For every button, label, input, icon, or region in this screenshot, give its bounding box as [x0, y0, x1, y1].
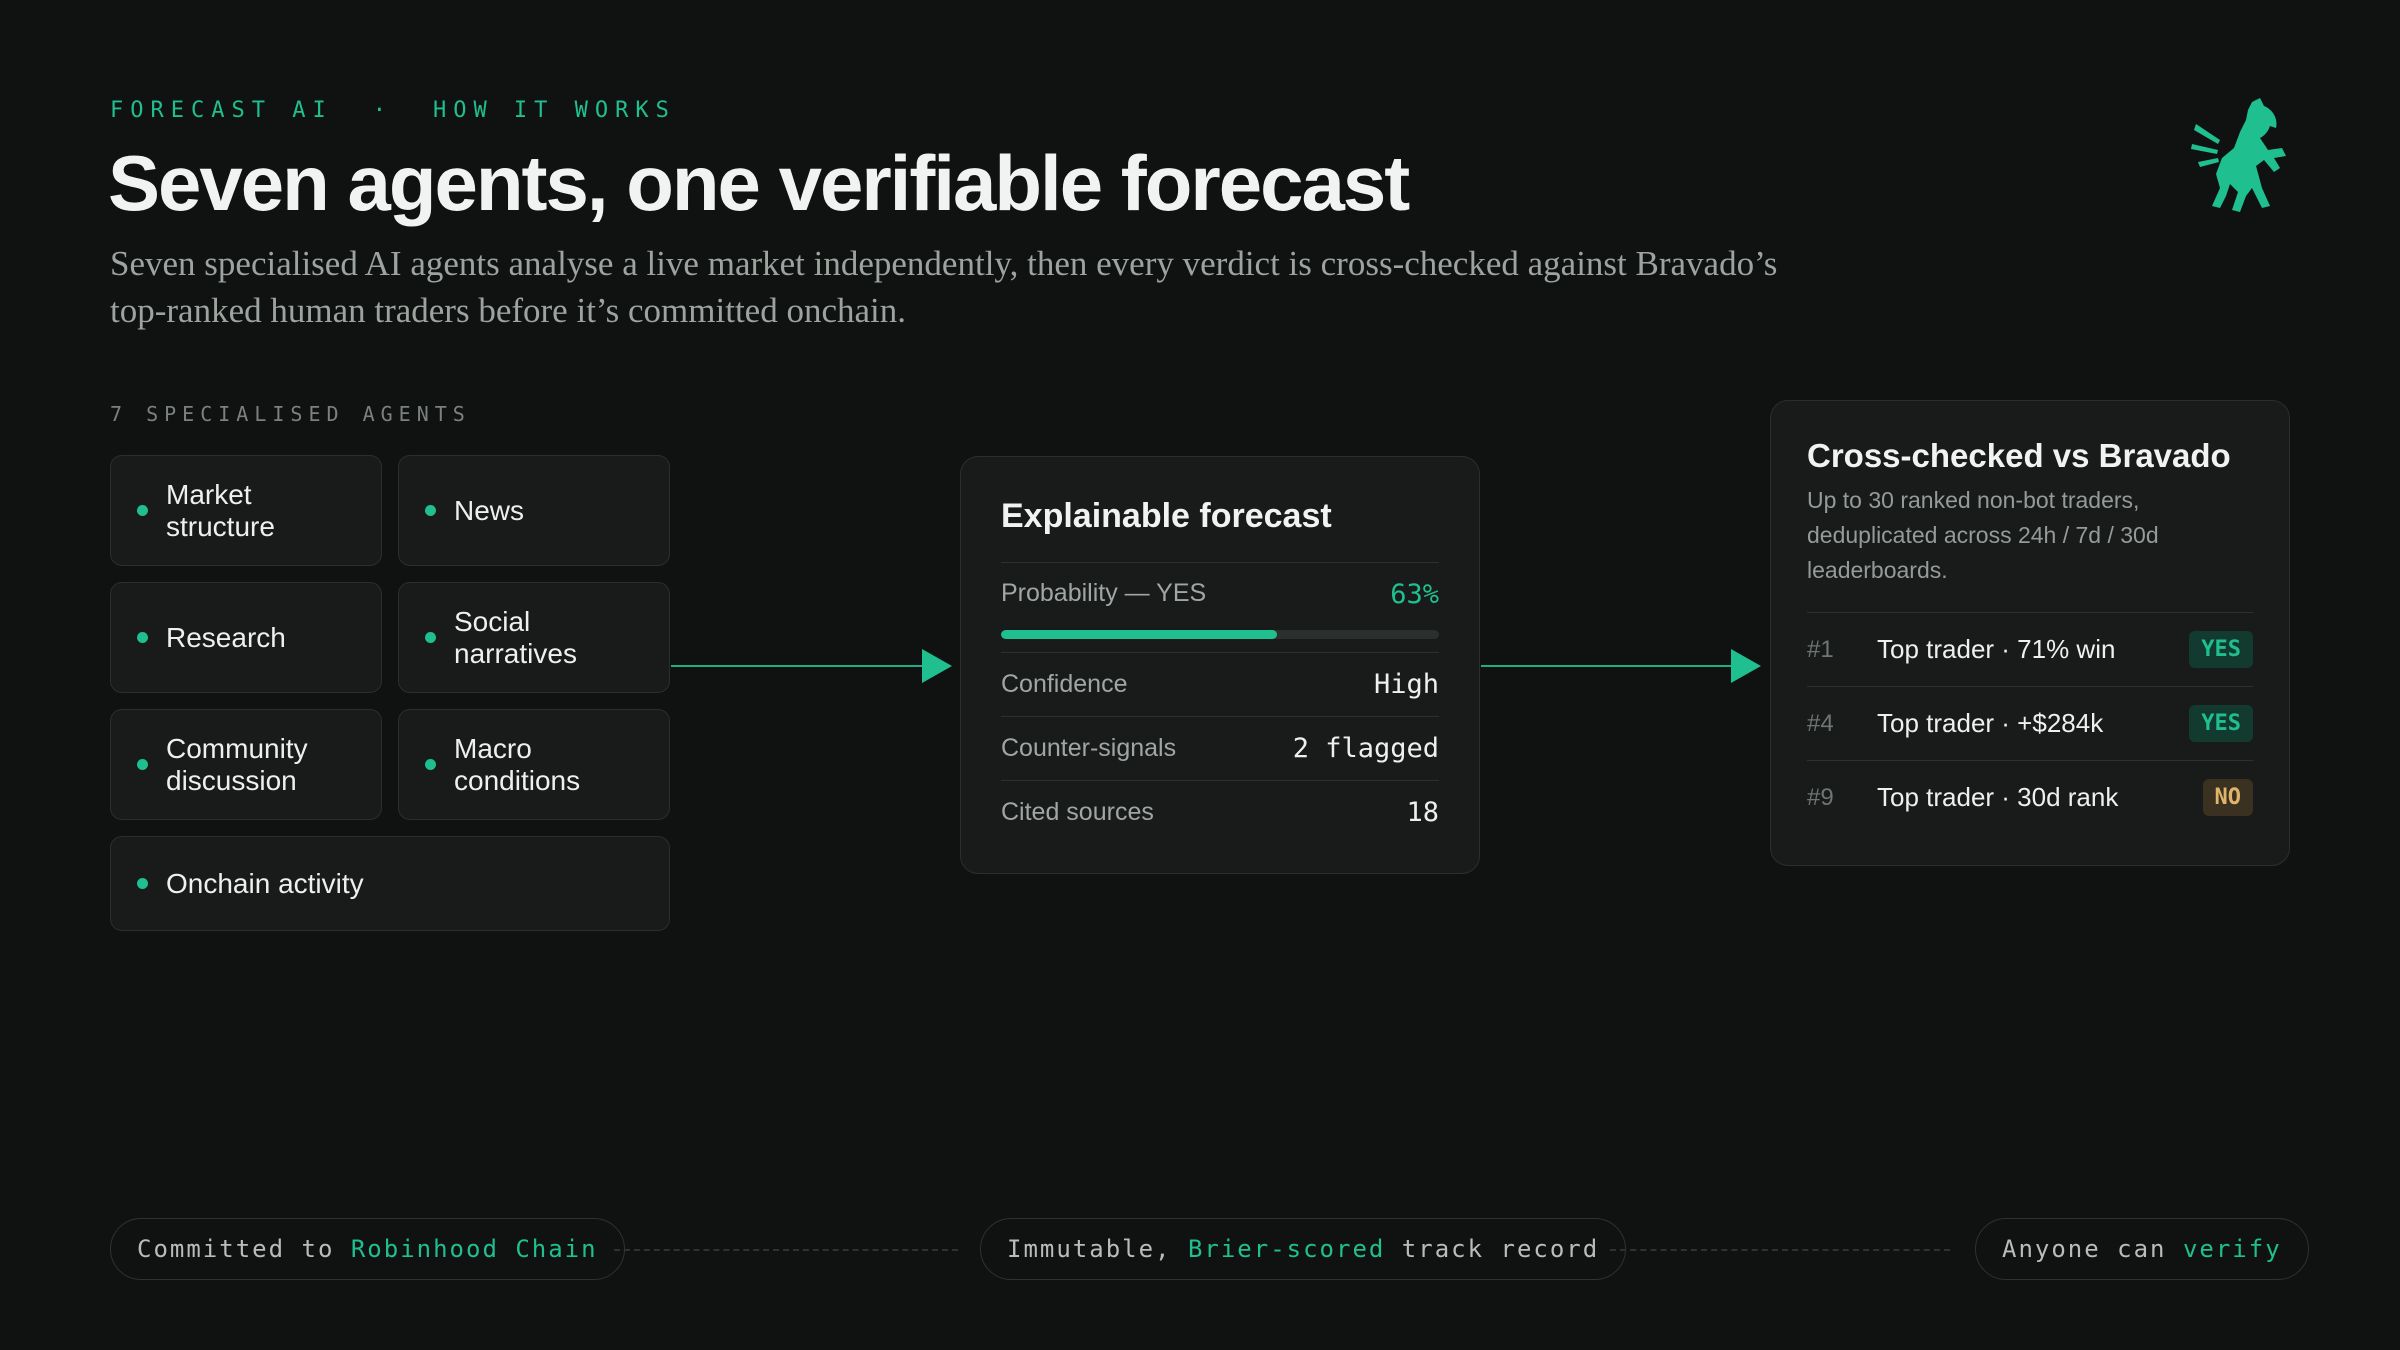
- crosscheck-title: Cross-checked vs Bravado: [1807, 437, 2231, 474]
- eyebrow: FORECAST AI · HOW IT WORKS: [110, 98, 676, 123]
- eyebrow-section: HOW IT WORKS: [432, 98, 676, 123]
- forecast-row-cited-sources: Cited sources 18: [1001, 780, 1439, 844]
- probability-bar: [1001, 630, 1439, 639]
- pill-highlight: Robinhood Chain: [350, 1235, 598, 1263]
- forecast-title: Explainable forecast: [1001, 497, 1332, 535]
- verdict-badge: YES: [2189, 631, 2253, 668]
- status-dot: [137, 505, 148, 516]
- arrow-right-icon: [1731, 649, 1761, 683]
- agent-card-social-narratives[interactable]: Social narratives: [398, 582, 670, 693]
- trader-name: Top trader · 30d rank: [1877, 782, 2119, 812]
- agent-card-news[interactable]: News: [398, 455, 670, 566]
- agent-card-macro-conditions[interactable]: Macro conditions: [398, 709, 670, 820]
- footer-pill-committed: Committed to Robinhood Chain: [110, 1218, 625, 1280]
- pill-highlight: Brier-scored: [1187, 1235, 1386, 1263]
- agent-label: Macro conditions: [454, 732, 581, 796]
- trader-name: Top trader · +$284k: [1877, 708, 2104, 738]
- agent-card-onchain-activity[interactable]: Onchain activity: [110, 836, 670, 931]
- pill-text: Anyone can: [2002, 1235, 2183, 1263]
- row-value: 2 flagged: [1292, 733, 1439, 764]
- trader-rank: #1: [1807, 635, 1834, 663]
- agent-label: Social narratives: [454, 605, 577, 669]
- connector-line: [1481, 665, 1743, 667]
- row-value: High: [1373, 669, 1439, 700]
- agent-label: Community discussion: [166, 732, 308, 796]
- pill-text: Committed to: [137, 1235, 351, 1263]
- arrow-right-icon: [922, 649, 952, 683]
- pill-text: track record: [1385, 1235, 1600, 1263]
- pill-text: Immutable,: [1007, 1235, 1188, 1263]
- agent-label: News: [454, 494, 525, 526]
- eyebrow-product: FORECAST AI: [110, 98, 333, 123]
- verdict-badge: NO: [2202, 779, 2253, 816]
- probability-bar-fill: [1001, 630, 1277, 639]
- verdict-badge: YES: [2189, 705, 2253, 742]
- status-dot: [137, 878, 148, 889]
- row-value: 18: [1406, 797, 1439, 828]
- page-title: Seven agents, one verifiable forecast: [108, 139, 1410, 227]
- agent-card-market-structure[interactable]: Market structure: [110, 455, 382, 566]
- probability-row: Probability — YES 63%: [1001, 562, 1439, 652]
- row-key: Cited sources: [1001, 798, 1154, 826]
- page-subtitle: Seven specialised AI agents analyse a li…: [110, 244, 1778, 330]
- status-dot: [425, 505, 436, 516]
- trader-rank: #9: [1807, 783, 1834, 811]
- probability-label: Probability — YES: [1001, 579, 1207, 607]
- forecast-row-confidence: Confidence High: [1001, 652, 1439, 716]
- eyebrow-separator: ·: [372, 98, 393, 123]
- crosscheck-card: Cross-checked vs Bravado Up to 30 ranked…: [1770, 400, 2290, 866]
- status-dot: [425, 759, 436, 770]
- footer-pill-verify: Anyone can verify: [1975, 1218, 2309, 1280]
- rearing-horse-icon: [2191, 98, 2286, 212]
- dashed-divider: [1610, 1249, 1950, 1251]
- forecast-row-counter-signals: Counter-signals 2 flagged: [1001, 716, 1439, 780]
- crosscheck-description: Up to 30 ranked non-bot traders, dedupli…: [1807, 487, 2159, 583]
- connector-line: [671, 665, 933, 667]
- agent-label: Market structure: [166, 478, 275, 542]
- trader-row: #9 Top trader · 30d rank NO: [1807, 760, 2253, 834]
- agent-card-research[interactable]: Research: [110, 582, 382, 693]
- pill-highlight: verify: [2182, 1235, 2282, 1263]
- trader-row: #4 Top trader · +$284k YES: [1807, 686, 2253, 760]
- status-dot: [425, 632, 436, 643]
- agent-label: Research: [166, 621, 286, 653]
- dashed-divider: [614, 1249, 958, 1251]
- row-key: Confidence: [1001, 670, 1128, 698]
- trader-name: Top trader · 71% win: [1877, 634, 2116, 664]
- agent-label: Onchain activity: [166, 867, 364, 899]
- agents-section-label: 7 SPECIALISED AGENTS: [110, 402, 471, 426]
- footer-pill-track-record: Immutable, Brier-scored track record: [980, 1218, 1627, 1280]
- row-key: Counter-signals: [1001, 734, 1177, 762]
- agent-card-community-discussion[interactable]: Community discussion: [110, 709, 382, 820]
- trader-rank: #4: [1807, 709, 1834, 737]
- trader-row: #1 Top trader · 71% win YES: [1807, 612, 2253, 686]
- status-dot: [137, 759, 148, 770]
- forecast-card: Explainable forecast Probability — YES 6…: [960, 456, 1480, 874]
- probability-value: 63%: [1390, 579, 1439, 610]
- status-dot: [137, 632, 148, 643]
